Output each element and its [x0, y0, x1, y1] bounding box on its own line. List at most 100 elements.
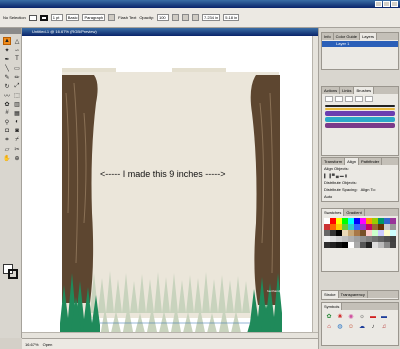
rectangle-tool-icon[interactable]: ▭ — [13, 64, 21, 72]
tab-pathfinder[interactable]: Pathfinder — [359, 158, 383, 165]
pencil-tool-icon[interactable]: ✏ — [13, 73, 21, 81]
direct-selection-tool-icon[interactable]: △ — [13, 37, 21, 45]
layer-row[interactable]: Layer 1 — [322, 41, 398, 47]
brush-stroke[interactable] — [325, 117, 395, 122]
tab-transparency[interactable]: Transparency — [339, 291, 368, 298]
spacing-field[interactable]: Auto — [322, 193, 398, 200]
live-paint-tool-icon[interactable]: ◘ — [3, 127, 11, 135]
swatches-panel-tabs: Swatches Gradient — [322, 209, 398, 216]
tab-transform[interactable]: Transform — [322, 158, 346, 165]
right-tree-trunk — [250, 75, 280, 305]
brush-stroke[interactable] — [325, 123, 395, 128]
y-coordinate-field[interactable]: 5.18 in — [223, 14, 240, 21]
blue-bar-symbol-icon[interactable]: ▬ — [379, 312, 389, 321]
opacity-field[interactable]: 100 — [156, 14, 169, 21]
gradient-tool-icon[interactable]: ▦ — [13, 109, 21, 117]
crop-area-tool-icon[interactable]: ⌗ — [3, 136, 11, 144]
free-transform-tool-icon[interactable]: ⬚ — [13, 91, 21, 99]
magic-wand-tool-icon[interactable]: ✦ — [3, 46, 11, 54]
scale-tool-icon[interactable]: ⤢ — [13, 82, 21, 90]
selection-tool-icon[interactable]: ▲ — [3, 37, 11, 45]
face-symbol-icon[interactable]: ☺ — [346, 322, 356, 331]
align-button-1[interactable] — [171, 14, 179, 21]
bar-symbol-icon[interactable]: ▬ — [368, 312, 378, 321]
tab-actions[interactable]: Actions — [322, 87, 341, 94]
tab-brushes[interactable]: Brushes — [354, 87, 375, 94]
warp-tool-icon[interactable]: 〰 — [3, 91, 11, 100]
rotate-tool-icon[interactable]: ↻ — [3, 82, 11, 90]
layers-panel-tabs: Info Color Guide Layers — [322, 33, 398, 40]
tab-symbols[interactable]: Symbols — [322, 303, 343, 310]
music-symbol-icon[interactable]: ♫ — [379, 322, 389, 331]
fill-swatch[interactable] — [28, 14, 37, 21]
maximize-button[interactable] — [383, 1, 390, 7]
blend-tool-icon[interactable]: ◐ — [13, 118, 21, 126]
stroke-swatch[interactable] — [39, 14, 48, 21]
pen-tool-icon[interactable]: ✒ — [3, 55, 11, 63]
scissors-tool-icon[interactable]: ✂ — [13, 145, 21, 153]
eraser-tool-icon[interactable]: ▱ — [3, 145, 11, 153]
light-grass — [90, 271, 250, 337]
close-button[interactable] — [391, 1, 398, 7]
brush-stroke[interactable] — [325, 111, 395, 116]
brush-dots-row — [322, 94, 398, 104]
globe-symbol-icon[interactable]: ◍ — [335, 322, 345, 331]
minimize-button[interactable] — [375, 1, 382, 7]
swirl-symbol-icon[interactable]: ☼ — [357, 312, 367, 321]
flash-text-label: Flash Text — [118, 15, 137, 20]
pink-symbol-icon[interactable]: ◉ — [346, 312, 356, 321]
x-coordinate-field[interactable]: 7.234 in — [201, 14, 221, 21]
document-title[interactable]: Untitled-1 @ 16.67% (RGB/Preview) — [22, 28, 318, 36]
zoom-tool-icon[interactable]: ⊕ — [13, 154, 21, 162]
live-paint-selection-icon[interactable]: ◙ — [13, 127, 21, 135]
eyedropper-tool-icon[interactable]: ⚲ — [3, 118, 11, 126]
tab-swatches[interactable]: Swatches — [322, 209, 345, 216]
tools-panel-header[interactable] — [0, 28, 21, 34]
brush-dot-icon[interactable] — [325, 96, 333, 102]
tab-align[interactable]: Align — [345, 158, 359, 165]
brush-stroke[interactable] — [325, 105, 395, 107]
fill-stroke-control[interactable] — [3, 264, 19, 280]
align-objects-icons[interactable]: ▌ ▐ ▀ ▄ ▬ ▮ — [322, 172, 398, 179]
status-text[interactable]: Open — [43, 342, 53, 347]
type-tool-icon[interactable]: T — [13, 55, 21, 63]
stroke-weight-field[interactable]: 1 pt — [50, 14, 63, 21]
brush-dot-icon[interactable] — [345, 96, 353, 102]
hand-tool-icon[interactable]: ✋ — [3, 154, 11, 162]
align-button-3[interactable] — [191, 14, 199, 21]
stroke-swatch-icon[interactable] — [8, 269, 18, 279]
brush-field[interactable]: Basic — [65, 14, 80, 21]
home-symbol-icon[interactable]: ⌂ — [324, 322, 334, 331]
paintbrush-tool-icon[interactable]: ✎ — [3, 73, 11, 81]
zoom-level[interactable]: 16.67% — [25, 342, 39, 347]
slice-tool-icon[interactable]: ⌿ — [13, 136, 21, 144]
selection-status: No Selection — [3, 14, 26, 22]
left-tree-trunk — [62, 75, 98, 303]
grass-symbol-icon[interactable]: ✿ — [324, 312, 334, 321]
swatch-grid — [322, 216, 398, 250]
color-swatch[interactable] — [390, 242, 396, 248]
tab-links[interactable]: Links — [340, 87, 355, 94]
symbol-sprayer-tool-icon[interactable]: ✿ — [3, 100, 11, 108]
mesh-tool-icon[interactable]: # — [3, 109, 11, 117]
brush-stroke[interactable] — [325, 108, 395, 110]
style-button[interactable] — [108, 14, 116, 21]
line-tool-icon[interactable]: ╲ — [3, 64, 11, 72]
align-button-2[interactable] — [181, 14, 189, 21]
paragraph-style-field[interactable]: Paragraph — [82, 14, 106, 21]
tab-layers[interactable]: Layers — [360, 33, 378, 40]
brush-dot-icon[interactable] — [365, 96, 373, 102]
tab-stroke[interactable]: Stroke — [322, 291, 339, 298]
graph-tool-icon[interactable]: ▥ — [13, 100, 21, 108]
symbols-panel-tabs: Symbols — [322, 303, 398, 310]
brush-dot-icon[interactable] — [355, 96, 363, 102]
speaker-symbol-icon[interactable]: ♪ — [368, 322, 378, 331]
distribute-objects-label: Distribute Objects: — [324, 180, 357, 185]
lasso-tool-icon[interactable]: ∽ — [13, 46, 21, 54]
tab-color-guide[interactable]: Color Guide — [334, 33, 361, 40]
flower-symbol-icon[interactable]: ❀ — [335, 312, 345, 321]
cloud-symbol-icon[interactable]: ☁ — [357, 322, 367, 331]
tab-gradient[interactable]: Gradient — [344, 209, 365, 216]
brush-dot-icon[interactable] — [335, 96, 343, 102]
tab-info[interactable]: Info — [322, 33, 334, 40]
